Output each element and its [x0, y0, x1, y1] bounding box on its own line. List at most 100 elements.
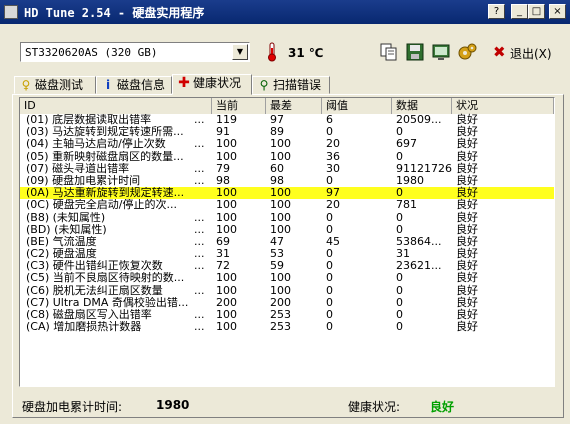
cell-current: 100	[216, 198, 237, 212]
minimize-button[interactable]: _	[511, 4, 528, 19]
cell-current: 119	[216, 113, 237, 126]
column-header-id[interactable]: ID	[20, 98, 212, 114]
drive-select-value: ST3320620AS (320 GB)	[25, 46, 158, 59]
cell-id: (0A) 马达重新旋转到规定转速...	[26, 187, 185, 200]
copy-icon[interactable]	[378, 41, 400, 63]
exit-button[interactable]: ✖ 退出(X)	[490, 41, 552, 63]
column-header-status[interactable]: 状况	[452, 98, 554, 114]
cell-worst: 100	[270, 186, 291, 200]
cell-id: (CA) 增加磨损热计数器	[26, 321, 142, 334]
tab-health[interactable]: ✚ 健康状况	[172, 74, 252, 95]
cell-truncation: ...	[194, 259, 205, 273]
exit-icon: ✖	[493, 43, 506, 61]
cell-status: 良好	[456, 198, 478, 212]
cell-data: 0	[396, 308, 403, 321]
cell-threshold: 0	[326, 320, 333, 334]
help-button[interactable]: ?	[488, 4, 505, 19]
cell-threshold: 0	[326, 295, 333, 309]
cell-current: 98	[216, 173, 230, 187]
cell-worst: 59	[270, 259, 284, 273]
lightbulb-icon: ♀	[21, 78, 31, 92]
cell-worst: 253	[270, 320, 291, 334]
screenshot-icon[interactable]	[430, 41, 452, 63]
column-header-threshold[interactable]: 阈值	[322, 98, 392, 114]
tab-strip: ♀ 磁盘测试 i 磁盘信息 ✚ 健康状况 ⚲ 扫描错误	[0, 74, 570, 95]
cell-truncation: ...	[194, 234, 205, 248]
title-bar: HD Tune 2.54 - 硬盘实用程序 ? _ □ ×	[0, 0, 570, 24]
cell-id: (BE) 气流温度	[26, 235, 97, 248]
column-header-worst[interactable]: 最差	[266, 98, 322, 114]
power-on-label: 硬盘加电累计时间:	[22, 400, 123, 414]
power-on-value: 1980	[156, 398, 190, 412]
cell-id: (03) 马达旋转到规定转速所需...	[26, 126, 184, 139]
cell-status: 良好	[456, 295, 478, 309]
cell-current: 91	[216, 125, 230, 139]
table-row[interactable]: (C5) 当前不良扇区待映射的数... 100 100 0 0 良好	[20, 272, 554, 284]
cell-worst: 100	[270, 149, 291, 163]
cell-threshold: 45	[326, 234, 340, 248]
cell-threshold: 0	[326, 222, 333, 236]
cell-threshold: 0	[326, 283, 333, 297]
cell-id: (C6) 脱机无法纠正扇区数量	[26, 284, 163, 297]
cell-status: 良好	[456, 271, 478, 285]
smart-table[interactable]: ID 当前 最差 阈值 数据 状况 (01) 底层数据读取出错率 119 97 6 20…	[19, 97, 555, 387]
temperature-readout: 31 ℃	[288, 46, 324, 60]
cell-current: 69	[216, 234, 230, 248]
cell-threshold: 6	[326, 113, 333, 126]
save-icon[interactable]	[404, 41, 426, 63]
tab-disk-info[interactable]: i 磁盘信息	[96, 76, 172, 94]
table-row[interactable]: (05) 重新映射磁盘扇区的数量... 100 100 36 0 良好	[20, 149, 554, 163]
table-row[interactable]: (0C) 硬盘完全启动/停止的次... 100 100 20 781 良好	[20, 199, 554, 211]
cell-data: 0	[396, 125, 403, 139]
cell-current: 100	[216, 137, 237, 151]
cell-id: (C5) 当前不良扇区待映射的数...	[26, 272, 185, 285]
cell-threshold: 0	[326, 247, 333, 261]
cell-data: 781	[396, 198, 417, 212]
cell-threshold: 20	[326, 198, 340, 212]
chevron-down-icon[interactable]: ▼	[232, 44, 248, 60]
cell-data: 91121726	[396, 161, 452, 175]
magnifier-icon: ⚲	[259, 78, 269, 92]
cell-id: (C7) Ultra DMA 奇偶校验出错...	[26, 296, 189, 309]
status-footer: 硬盘加电累计时间: 1980 健康状况: 良好	[22, 398, 552, 414]
cell-data: 0	[396, 283, 403, 297]
tab-label: 扫描错误	[273, 78, 322, 92]
cell-current: 100	[216, 320, 237, 334]
close-button[interactable]: ×	[549, 4, 566, 19]
maximize-button[interactable]: □	[528, 4, 545, 19]
tab-disk-test[interactable]: ♀ 磁盘测试	[14, 76, 96, 94]
column-header-data[interactable]: 数据	[392, 98, 452, 114]
table-row[interactable]: (B8) (未知属性) 100 100 0 0 良好...	[20, 210, 554, 224]
cell-truncation: ...	[194, 210, 205, 224]
column-header-current[interactable]: 当前	[212, 98, 266, 114]
cell-data: 0	[396, 320, 403, 334]
cell-status: 良好	[456, 137, 478, 151]
app-icon	[4, 5, 18, 19]
cell-threshold: 0	[326, 308, 333, 321]
cell-data: 0	[396, 210, 403, 224]
cell-data: 1980	[396, 173, 424, 187]
table-row[interactable]: (C6) 脱机无法纠正扇区数量 100 100 0 0 良好...	[20, 283, 554, 297]
cell-current: 100	[216, 149, 237, 163]
table-row[interactable]: (CA) 增加磨损热计数器 100 253 0 0 良好...	[20, 321, 554, 333]
table-row[interactable]: (04) 主轴马达启动/停止次数 100 100 20 697 良好...	[20, 138, 554, 150]
window-title: HD Tune 2.54 - 硬盘实用程序	[24, 6, 205, 20]
cell-current: 79	[216, 161, 230, 175]
cell-data: 23621...	[396, 259, 442, 273]
tab-error-scan[interactable]: ⚲ 扫描错误	[252, 76, 330, 94]
cell-status: 良好	[456, 210, 478, 224]
drive-select[interactable]: ST3320620AS (320 GB) ▼	[20, 42, 250, 62]
cell-worst: 97	[270, 113, 284, 126]
options-icon[interactable]	[456, 41, 478, 63]
cell-truncation: ...	[194, 320, 205, 334]
tab-label: 健康状况	[193, 76, 242, 90]
health-label: 健康状况:	[348, 400, 401, 414]
cell-data: 0	[396, 222, 403, 236]
cell-threshold: 0	[326, 259, 333, 273]
cell-current: 100	[216, 308, 237, 321]
cell-current: 100	[216, 210, 237, 224]
table-header: ID 当前 最差 阈值 数据 状况	[20, 98, 554, 114]
cell-current: 100	[216, 271, 237, 285]
cell-worst: 100	[270, 271, 291, 285]
cell-id: (09) 硬盘加电累计时间	[26, 174, 141, 187]
